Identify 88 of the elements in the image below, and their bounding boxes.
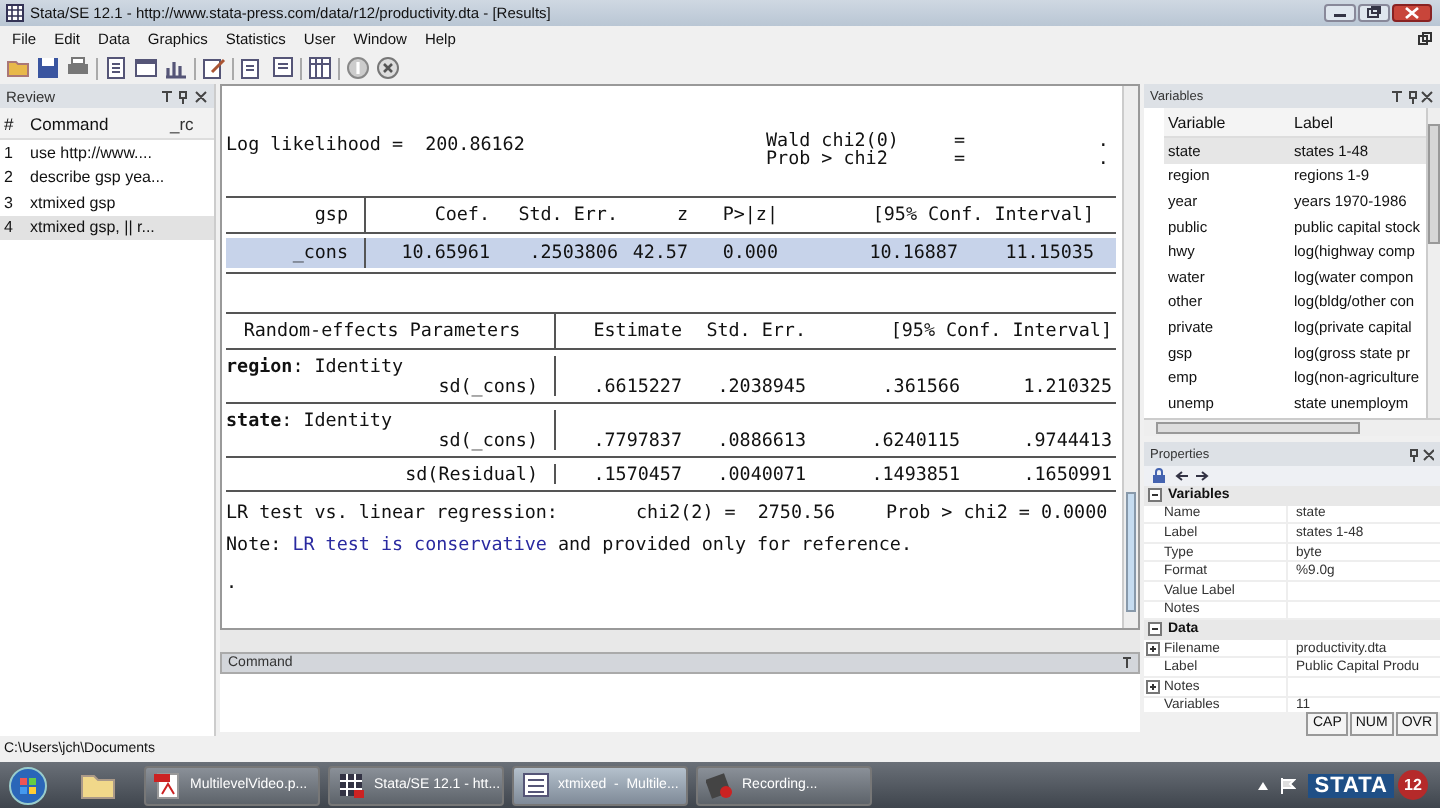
column-header[interactable]: _rc — [170, 113, 214, 133]
grid-icon[interactable] — [308, 56, 332, 80]
note-link[interactable]: LR test is conservative — [292, 534, 547, 556]
group-heading: region: Identity — [226, 356, 556, 376]
column-header: [95% Conf. Interval] — [870, 204, 1094, 226]
table-cell-text: .0040071 — [715, 464, 806, 484]
collapse-icon[interactable] — [1148, 622, 1162, 637]
start-orb-icon[interactable] — [8, 765, 48, 805]
prompt-text: . — [226, 572, 240, 594]
editor-icon[interactable] — [240, 56, 264, 80]
table-cell-text: .1493851 — [869, 464, 960, 484]
table-cell-text: .6240115 — [869, 430, 960, 450]
table-cell: sd(Residual) — [226, 464, 556, 484]
version-badge: 12 — [1398, 770, 1428, 800]
expand-icon[interactable] — [1146, 641, 1160, 656]
stat-equals: = — [954, 150, 968, 168]
stat-equals: = — [954, 132, 968, 150]
stop-icon[interactable] — [376, 56, 400, 80]
scrollbar[interactable] — [1122, 86, 1138, 628]
document-icon[interactable] — [104, 56, 128, 80]
back-icon[interactable] — [1174, 470, 1188, 482]
restore-icon[interactable] — [1358, 4, 1390, 22]
column-header[interactable]: Variable — [1164, 113, 1290, 131]
table-cell-text: .6615227 — [591, 376, 682, 396]
column-header[interactable]: Command — [24, 113, 170, 133]
column-header: z — [674, 204, 688, 226]
camera-icon — [706, 771, 734, 799]
collapse-icon[interactable] — [1148, 488, 1162, 503]
table-cell-text: .0886613 — [715, 430, 806, 450]
review-row[interactable]: 3 xtmixed gsp — [0, 190, 214, 215]
column-header: Std. Err. — [704, 318, 806, 346]
forward-icon[interactable] — [1196, 470, 1210, 482]
stat-value: . — [1095, 150, 1109, 168]
app-icon — [6, 4, 24, 22]
review-row[interactable]: 4 xtmixed gsp, || r... — [0, 215, 214, 240]
review-row[interactable]: 2 describe gsp yea... — [0, 165, 214, 190]
edit-icon[interactable] — [202, 56, 226, 80]
document-icon — [522, 771, 550, 799]
table-cell-text: .361566 — [880, 376, 960, 396]
column-header: Std. Err. — [516, 204, 618, 226]
logo-text: STATA — [1308, 773, 1394, 797]
table-cell-text: .2038945 — [715, 376, 806, 396]
up-arrow-icon — [1258, 781, 1269, 789]
printer-icon[interactable] — [66, 56, 90, 80]
browser-icon[interactable] — [270, 56, 294, 80]
column-header: Random-effects Parameters — [226, 314, 556, 348]
table-cell-text: .9744413 — [1021, 430, 1112, 450]
command-field[interactable] — [220, 674, 1140, 732]
table-cell-text: .1650991 — [1021, 464, 1112, 484]
close-icon[interactable] — [1392, 4, 1432, 22]
column-header: Estimate — [591, 318, 682, 346]
text-line: chi2(2) = 2750.56 — [636, 501, 838, 523]
table-cell-text: .7797837 — [591, 430, 682, 450]
group-heading: state: Identity — [226, 410, 556, 430]
folder-icon[interactable] — [80, 770, 116, 800]
text-line: LR test vs. linear regression: — [226, 501, 560, 523]
review-row[interactable]: 1 use http://www.... — [0, 140, 214, 165]
table-cell: sd(_cons) — [226, 430, 556, 450]
column-header[interactable]: # — [0, 113, 24, 133]
column-header: [95% Conf. Interval] — [888, 318, 1112, 346]
text-line: Log likelihood = 200.86162 — [226, 134, 525, 156]
minimize-icon[interactable] — [1324, 4, 1356, 22]
stat-value: . — [1095, 132, 1109, 150]
column-header: gsp — [226, 198, 366, 232]
window-icon[interactable] — [134, 56, 158, 80]
table-cell-text: 1.210325 — [1021, 376, 1112, 396]
expand-icon[interactable] — [1146, 679, 1160, 694]
chart-icon[interactable] — [164, 56, 188, 80]
save-icon[interactable] — [36, 56, 60, 80]
column-header: P>|z| — [720, 204, 778, 226]
note-text: Note: LR test is conservative and provided only for reference. — [226, 532, 914, 560]
table-cell-text: .1570457 — [591, 464, 682, 484]
scrollbar[interactable] — [1426, 108, 1440, 418]
flag-icon — [1280, 777, 1297, 793]
stat-label: Wald chi2(0) — [766, 132, 901, 150]
stat-label: Prob > chi2 — [766, 150, 888, 168]
text-line: Prob > chi2 = 0.0000 — [886, 501, 1108, 523]
scrollbar[interactable] — [1144, 418, 1440, 436]
lock-icon[interactable] — [1152, 468, 1166, 484]
column-header: Coef. — [432, 204, 490, 226]
grid-app-icon — [338, 771, 366, 799]
column-header[interactable]: Label — [1290, 113, 1426, 131]
pdf-document-icon — [154, 771, 182, 799]
table-cell: sd(_cons) — [226, 376, 556, 396]
table-row[interactable]: _cons 10.65961 .2503806 42.57 0.000 10.16887 11.15035 — [226, 238, 1116, 268]
folder-icon[interactable] — [6, 56, 30, 80]
info-icon[interactable] — [346, 56, 370, 80]
restore-icon[interactable] — [1418, 32, 1432, 46]
